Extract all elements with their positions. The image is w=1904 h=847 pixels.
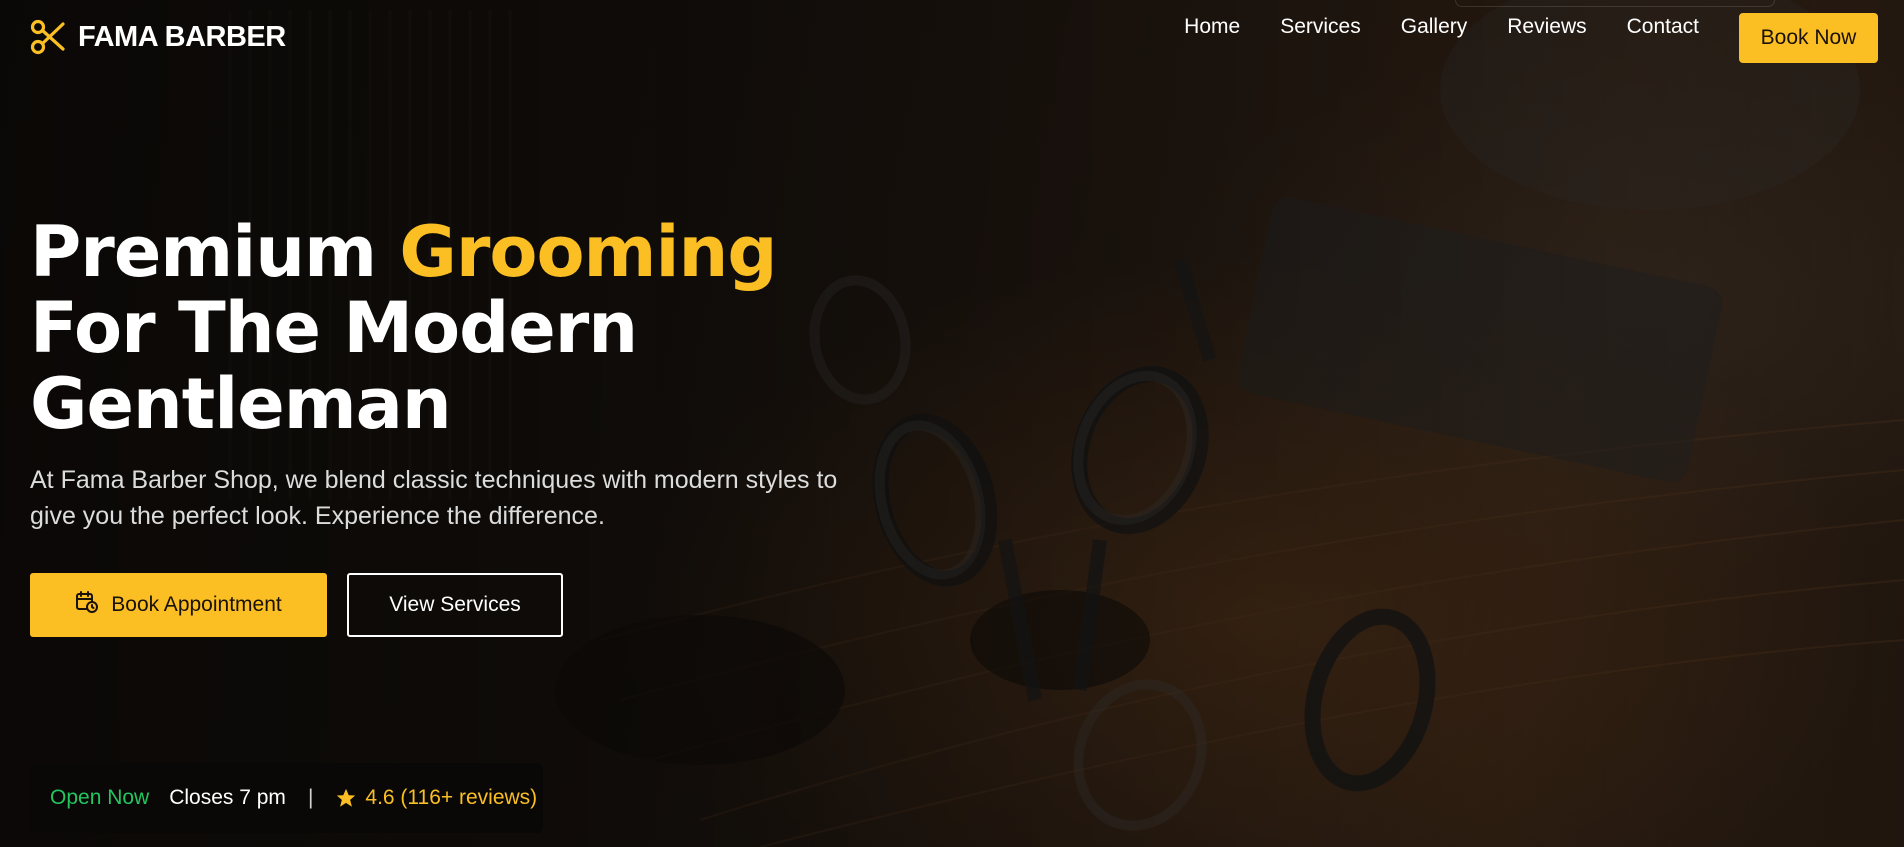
book-appointment-button[interactable]: Book Appointment bbox=[30, 573, 327, 637]
nav-link-services[interactable]: Services bbox=[1280, 15, 1361, 39]
book-now-button[interactable]: Book Now bbox=[1739, 13, 1878, 63]
view-services-button[interactable]: View Services bbox=[347, 573, 563, 637]
open-status: Open Now bbox=[50, 786, 150, 809]
closing-time: Closes 7 pm bbox=[169, 786, 286, 809]
book-appointment-label: Book Appointment bbox=[111, 593, 282, 616]
main-menu: Home Services Gallery Reviews Contact bbox=[1184, 15, 1699, 39]
hero-headline: Premium Grooming For The Modern Gentlema… bbox=[30, 211, 777, 445]
navbar: FAMA BARBER Home Services Gallery Review… bbox=[0, 0, 1904, 78]
headline-part1: Premium bbox=[30, 211, 400, 293]
calendar-clock-icon bbox=[75, 590, 99, 620]
top-edge-decoration bbox=[1455, 0, 1775, 7]
headline-line2: For The Modern bbox=[30, 287, 638, 369]
rating-text: 4.6 (116+ reviews) bbox=[365, 786, 538, 809]
view-services-label: View Services bbox=[389, 593, 521, 616]
headline-accent: Grooming bbox=[399, 211, 777, 293]
nav-link-reviews[interactable]: Reviews bbox=[1507, 15, 1586, 39]
brand-logo[interactable]: FAMA BARBER bbox=[30, 18, 286, 56]
nav-link-gallery[interactable]: Gallery bbox=[1401, 15, 1468, 39]
headline-line3: Gentleman bbox=[30, 363, 452, 445]
scissors-icon bbox=[30, 18, 66, 56]
hero-subtext: At Fama Barber Shop, we blend classic te… bbox=[30, 466, 838, 530]
nav-link-contact[interactable]: Contact bbox=[1627, 15, 1699, 39]
star-icon bbox=[335, 787, 357, 809]
status-bar: Open Now Closes 7 pm | 4.6 (116+ reviews… bbox=[30, 763, 543, 833]
brand-name: FAMA BARBER bbox=[78, 20, 286, 53]
status-separator: | bbox=[307, 786, 314, 809]
hero-section: FAMA BARBER Home Services Gallery Review… bbox=[0, 0, 1904, 847]
nav-link-home[interactable]: Home bbox=[1184, 15, 1240, 39]
